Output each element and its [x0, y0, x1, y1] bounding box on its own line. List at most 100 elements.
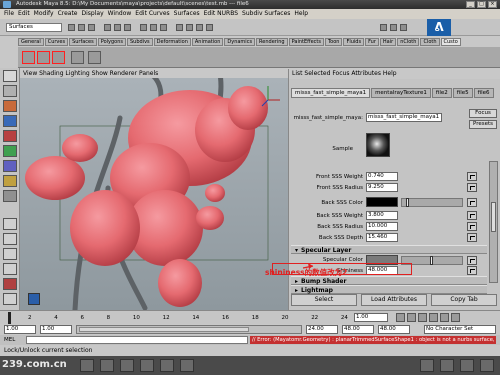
shelf-tab-ncloth[interactable]: nCloth [397, 38, 420, 46]
shelf-tab-surfaces[interactable]: Surfaces [69, 38, 97, 46]
focus-button[interactable]: Focus [469, 109, 497, 118]
shelf-tab-toon[interactable]: Toon [324, 38, 343, 46]
snap-point-icon[interactable] [160, 24, 167, 31]
scrollbar-thumb[interactable] [491, 202, 496, 232]
shelf-tab-fluids[interactable]: Fluids [343, 38, 365, 46]
menu-create[interactable]: Create [58, 9, 78, 19]
new-scene-icon[interactable] [68, 24, 75, 31]
back-sss-weight-field[interactable]: 3.800 [366, 211, 398, 220]
soft-mod-icon[interactable] [3, 175, 17, 187]
tool-settings-icon[interactable] [400, 24, 407, 31]
presets-button[interactable]: Presets [469, 120, 497, 129]
taskbar-app-5-icon[interactable] [160, 359, 174, 372]
shelf-tab-painteffects[interactable]: PaintEffects [288, 38, 324, 46]
front-sss-weight-map-button[interactable] [467, 172, 477, 181]
time-slider[interactable]: 2 4 6 8 10 12 14 16 18 20 22 24 1.00 [0, 310, 500, 324]
range-bar[interactable] [76, 325, 302, 334]
menu-edit[interactable]: Edit [18, 9, 30, 19]
shelf-tab-deformation[interactable]: Deformation [153, 38, 191, 46]
menu-set-select[interactable]: Surfaces [6, 23, 62, 32]
layout-four-icon[interactable] [3, 233, 17, 245]
ae-tab-file6[interactable]: file6 [473, 88, 494, 98]
attribute-editor-menu[interactable]: List Selected Focus Attributes Help [288, 69, 500, 79]
step-back-icon[interactable] [407, 313, 416, 322]
ae-tab-file5[interactable]: file5 [452, 88, 473, 98]
command-language-label[interactable]: MEL [4, 336, 24, 344]
back-sss-depth-map-button[interactable] [467, 233, 477, 242]
start-time-field[interactable]: 1.00 [4, 325, 36, 334]
front-sss-radius-map-button[interactable] [467, 183, 477, 192]
tray-3-icon[interactable] [460, 359, 474, 372]
select-object-icon[interactable] [114, 24, 121, 31]
go-end-icon[interactable] [451, 313, 460, 322]
manipulator-icon[interactable] [3, 160, 17, 172]
shelf-tab-general[interactable]: General [18, 38, 44, 46]
lightmap-section[interactable]: Lightmap [291, 285, 487, 294]
back-sss-depth-field[interactable]: 15.460 [366, 233, 398, 242]
tray-4-icon[interactable] [480, 359, 494, 372]
menu-help[interactable]: Help [294, 9, 308, 19]
viewport[interactable] [20, 78, 288, 310]
range-start-field[interactable]: 1.00 [40, 325, 72, 334]
save-scene-icon[interactable] [88, 24, 95, 31]
taskbar-app-3-icon[interactable] [120, 359, 134, 372]
copy-tab-button[interactable]: Copy Tab [431, 294, 497, 306]
range-end-field[interactable]: 24.00 [306, 325, 338, 334]
shelf-tool-2-icon[interactable] [37, 51, 50, 64]
layout-side-icon[interactable] [3, 248, 17, 260]
menu-modify[interactable]: Modify [34, 9, 54, 19]
shelf-tab-animation[interactable]: Animation [191, 38, 224, 46]
shelf-tab-dynamics[interactable]: Dynamics [224, 38, 256, 46]
attribute-editor-scrollbar[interactable] [489, 161, 498, 283]
select-hierarchy-icon[interactable] [104, 24, 111, 31]
front-sss-weight-field[interactable]: 0.740 [366, 172, 398, 181]
tray-1-icon[interactable] [420, 359, 434, 372]
viewport-menu[interactable]: View Shading Lighting Show Renderer Pane… [20, 69, 288, 78]
select-arrow-icon[interactable] [3, 70, 17, 82]
command-input[interactable] [26, 336, 248, 344]
paint-icon[interactable] [3, 100, 17, 112]
channel-box-icon[interactable] [380, 24, 387, 31]
menu-surfaces[interactable]: Surfaces [174, 9, 200, 19]
layout-hypershade-icon[interactable] [3, 278, 17, 290]
scale-icon[interactable] [3, 145, 17, 157]
menu-subdiv-surfaces[interactable]: Subdiv Surfaces [242, 9, 290, 19]
shelf-tab-subdivs[interactable]: Subdivs [127, 38, 153, 46]
shelf-tool-5-icon[interactable] [88, 51, 101, 64]
layout-outliner-icon[interactable] [3, 263, 17, 275]
front-sss-radius-field[interactable]: 9.250 [366, 183, 398, 192]
shelf-tool-3-icon[interactable] [52, 51, 65, 64]
specular-color-map-button[interactable] [467, 256, 477, 265]
shelf-tab-hair[interactable]: Hair [379, 38, 397, 46]
layout-single-icon[interactable] [3, 218, 17, 230]
move-icon[interactable] [3, 115, 17, 127]
tray-2-icon[interactable] [440, 359, 454, 372]
snap-curve-icon[interactable] [150, 24, 157, 31]
range-handle[interactable] [79, 327, 249, 332]
taskbar-app-1-icon[interactable] [80, 359, 94, 372]
taskbar-app-6-icon[interactable] [180, 359, 194, 372]
rotate-icon[interactable] [3, 130, 17, 142]
menu-window[interactable]: Window [108, 9, 132, 19]
character-set-select[interactable]: No Character Set [424, 325, 496, 334]
node-name-field[interactable]: misss_fast_simple_maya1 [366, 113, 442, 122]
back-sss-weight-map-button[interactable] [467, 211, 477, 220]
playback-end-field[interactable]: 48.00 [378, 325, 410, 334]
shelf-tab-rendering[interactable]: Rendering [256, 38, 288, 46]
shininess-map-button[interactable] [467, 266, 477, 275]
slider-knob[interactable] [406, 198, 409, 207]
menu-file[interactable]: File [4, 9, 14, 19]
shelf-tab-custom[interactable]: Custo [440, 38, 461, 46]
render-settings-icon[interactable] [206, 24, 213, 31]
shelf-tab-fur[interactable]: Fur [365, 38, 379, 46]
shelf-tool-1-icon[interactable] [22, 51, 35, 64]
back-sss-radius-field[interactable]: 10.000 [366, 222, 398, 231]
lasso-icon[interactable] [3, 85, 17, 97]
shelf-tab-curves[interactable]: Curves [44, 38, 69, 46]
shelf-tool-4-icon[interactable] [71, 51, 84, 64]
shelf-tab-cloth[interactable]: Cloth [420, 38, 440, 46]
ae-tab-file2[interactable]: file2 [431, 88, 452, 98]
attribute-editor-icon[interactable] [390, 24, 397, 31]
close-icon[interactable]: × [488, 1, 497, 8]
step-forward-icon[interactable] [440, 313, 449, 322]
